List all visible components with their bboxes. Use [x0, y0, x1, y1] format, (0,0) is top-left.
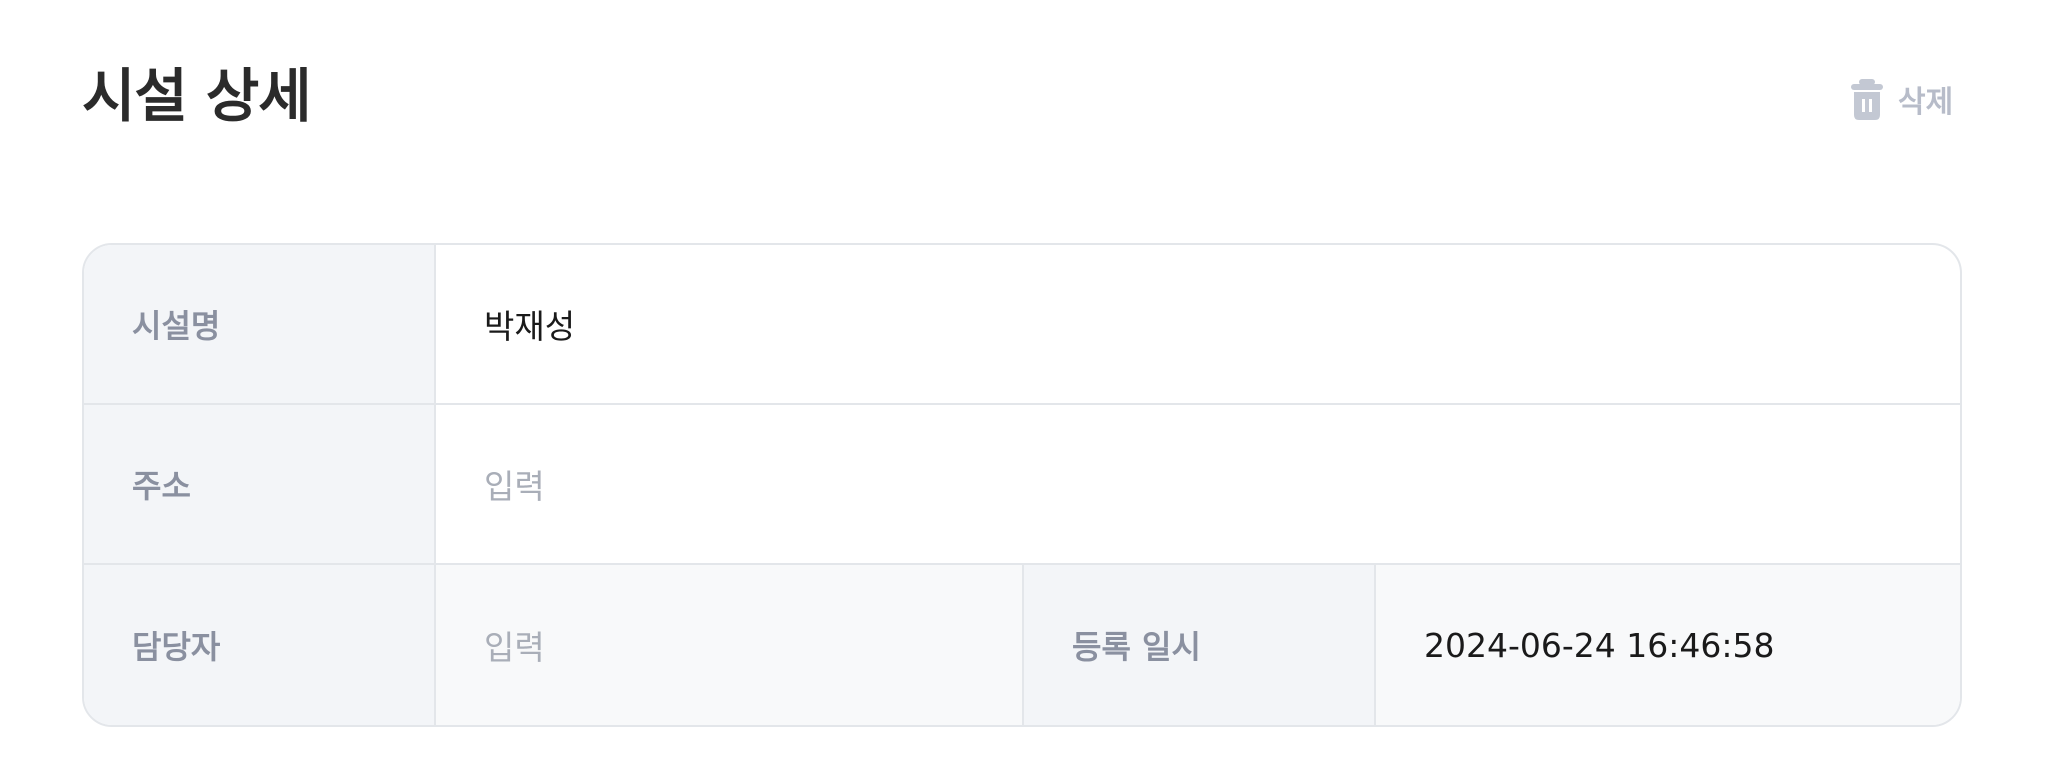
address-label: 주소: [84, 405, 436, 563]
delete-label: 삭제: [1898, 85, 1954, 120]
facility-detail-page: 시설 상세 삭제 시설명 박재성 주소 입력 담당자 입력 등록 일시 2024: [0, 0, 2048, 781]
facility-name-label: 시설명: [84, 245, 436, 403]
trash-icon: [1850, 77, 1884, 121]
detail-table: 시설명 박재성 주소 입력 담당자 입력 등록 일시 2024-06-24 16…: [82, 243, 1962, 727]
manager-label: 담당자: [84, 565, 436, 725]
address-field[interactable]: 입력: [436, 405, 1960, 563]
page-title: 시설 상세: [82, 62, 312, 130]
row-facility-name: 시설명 박재성: [84, 245, 1960, 405]
row-address: 주소 입력: [84, 405, 1960, 565]
registered-at-label: 등록 일시: [1024, 565, 1376, 725]
delete-button[interactable]: 삭제: [1850, 76, 1953, 122]
row-manager-registered: 담당자 입력 등록 일시 2024-06-24 16:46:58: [84, 565, 1960, 725]
registered-at-value: 2024-06-24 16:46:58: [1376, 565, 1960, 725]
facility-name-field[interactable]: 박재성: [436, 245, 1960, 403]
manager-field[interactable]: 입력: [436, 565, 1024, 725]
